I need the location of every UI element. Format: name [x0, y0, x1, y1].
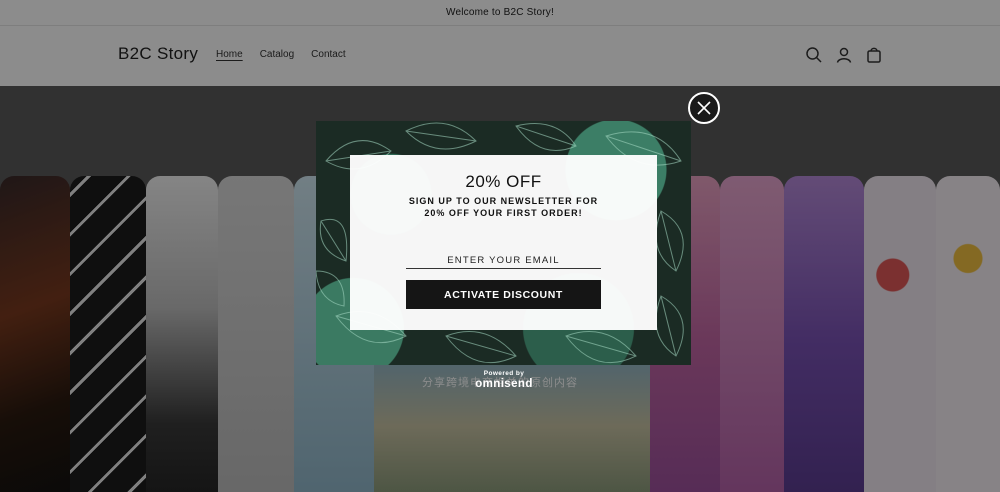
newsletter-popup: 20% OFF SIGN UP TO OUR NEWSLETTER FOR 20… — [316, 121, 691, 365]
offer-line-1: SIGN UP TO OUR NEWSLETTER FOR — [408, 196, 599, 206]
omnisend-logo: omnisend — [475, 378, 533, 390]
email-input[interactable] — [406, 252, 601, 269]
offer-title: 20% OFF — [465, 172, 542, 191]
powered-by-text: Powered by — [483, 370, 525, 377]
offer-description: SIGN UP TO OUR NEWSLETTER FOR 20% OFF YO… — [350, 195, 657, 219]
powered-by-badge[interactable]: Powered by omnisend — [454, 370, 554, 390]
close-popup-button[interactable] — [688, 92, 720, 124]
popup-content: 20% OFF SIGN UP TO OUR NEWSLETTER FOR 20… — [350, 155, 657, 330]
offer-line-2: 20% OFF YOUR FIRST ORDER! — [424, 208, 583, 218]
close-icon — [697, 101, 711, 115]
activate-discount-button[interactable]: ACTIVATE DISCOUNT — [406, 280, 601, 309]
